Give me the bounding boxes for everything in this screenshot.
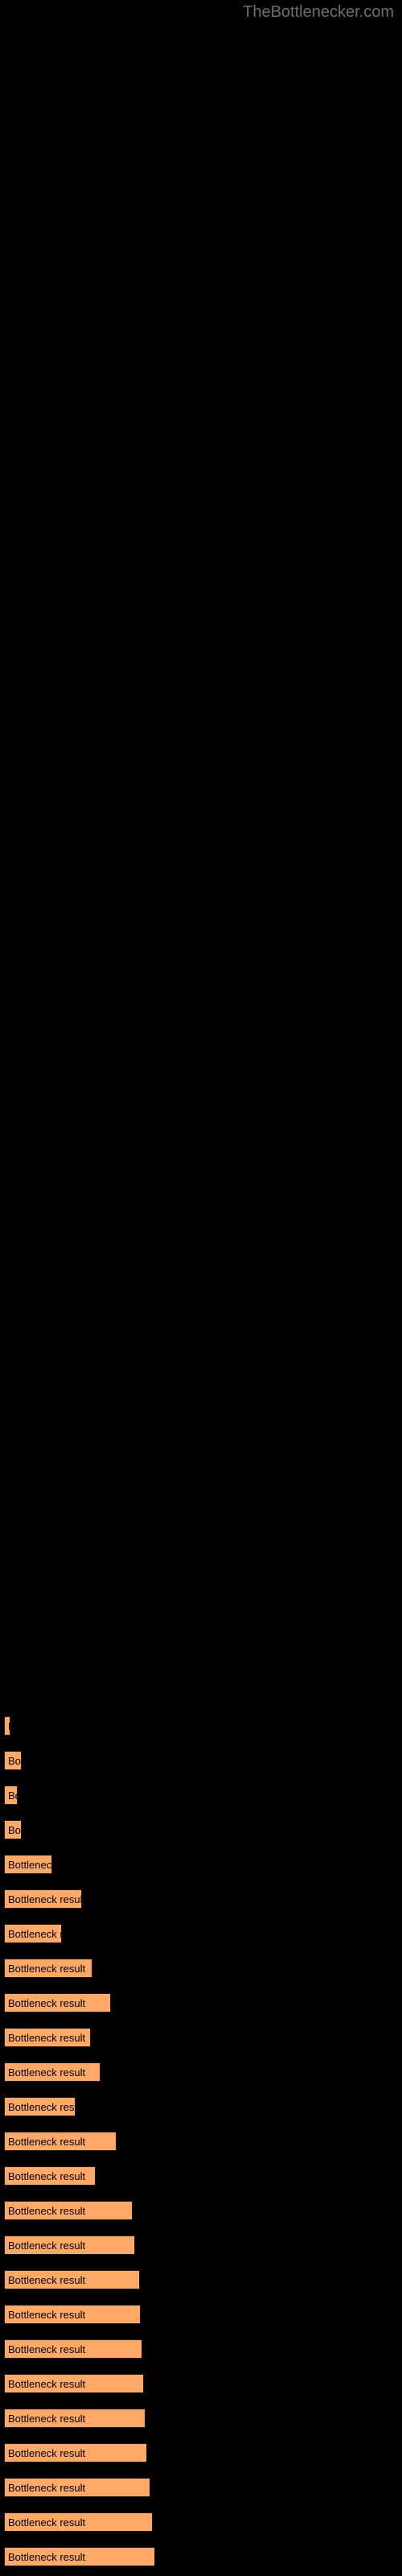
bar-label: Bottleneck result	[8, 1755, 21, 1767]
bar[interactable]: Bottleneck result	[4, 1716, 10, 1736]
bar-row: Bottleneck result	[4, 2547, 155, 2566]
bar-label: Bottleneck result	[8, 1928, 61, 1940]
bar-row: Bottleneck result	[4, 2443, 147, 2462]
bar[interactable]: Bottleneck result	[4, 1889, 82, 1909]
bar-row: Bottleneck result	[4, 2339, 142, 2359]
bar-label: Bottleneck result	[8, 2343, 86, 2355]
bar-label: Bottleneck result	[8, 1963, 86, 1975]
bar[interactable]: Bottleneck result	[4, 2512, 153, 2532]
bar-row: Bottleneck result	[4, 1924, 62, 1943]
bar-row: Bottleneck result	[4, 1993, 111, 2013]
bar[interactable]: Bottleneck result	[4, 2547, 155, 2566]
bar-row: Bottleneck result	[4, 2270, 140, 2289]
bar-row: Bottleneck result	[4, 2305, 141, 2324]
bar-label: Bottleneck result	[8, 2101, 75, 2113]
bar-row: Bottleneck result	[4, 2097, 76, 2116]
site-watermark: TheBottlenecker.com	[243, 3, 394, 21]
bar-row: Bottleneck result	[4, 2235, 135, 2255]
bar[interactable]: Bottleneck result	[4, 2132, 117, 2151]
bar[interactable]: Bottleneck result	[4, 2166, 96, 2186]
bar[interactable]: Bottleneck result	[4, 2374, 144, 2393]
bar[interactable]: Bottleneck result	[4, 1820, 22, 1839]
bar-label: Bottleneck result	[8, 2551, 86, 2563]
bar-row: Bottleneck result	[4, 2062, 100, 2082]
bar-label: Bottleneck result	[8, 2032, 86, 2044]
bar-row: Bottleneck result	[4, 1716, 10, 1736]
bar-row: Bottleneck result	[4, 2374, 144, 2393]
bar[interactable]: Bottleneck result	[4, 2443, 147, 2462]
bar-label: Bottleneck result	[8, 1893, 82, 1905]
bar[interactable]: Bottleneck result	[4, 1924, 62, 1943]
bar-row: Bottleneck result	[4, 2512, 153, 2532]
bar[interactable]: Bottleneck result	[4, 2235, 135, 2255]
bar-label: Bottleneck result	[8, 2274, 86, 2286]
bar-row: Bottleneck result	[4, 2132, 117, 2151]
bar-row: Bottleneck result	[4, 2201, 133, 2220]
bar-label: Bottleneck result	[8, 1790, 17, 1802]
bar-label: Bottleneck result	[8, 2170, 86, 2182]
bar[interactable]: Bottleneck result	[4, 2062, 100, 2082]
bar-label: Bottleneck result	[8, 1717, 10, 1735]
bar-label: Bottleneck result	[8, 1859, 52, 1871]
bar-chart-plot-area: TheBottlenecker.com Bottleneck result Bot…	[0, 0, 402, 2576]
bar-label: Bottleneck result	[8, 2447, 86, 2459]
bar[interactable]: Bottleneck result	[4, 2305, 141, 2324]
bar-label: Bottleneck result	[8, 2516, 86, 2529]
bar-row: Bottleneck result	[4, 2409, 146, 2428]
bar-row: Bottleneck result	[4, 1959, 92, 1978]
bar-label: Bottleneck result	[8, 2482, 86, 2494]
bar-label: Bottleneck result	[8, 2309, 86, 2321]
bar[interactable]: Bottleneck result	[4, 2270, 140, 2289]
bar[interactable]: Bottleneck result	[4, 2097, 76, 2116]
bar-row: Bottleneck result	[4, 2166, 96, 2186]
bar[interactable]: Bottleneck result	[4, 2028, 91, 2047]
bar-row: Bottleneck result	[4, 1751, 22, 1770]
bar[interactable]: Bottleneck result	[4, 2201, 133, 2220]
bar-label: Bottleneck result	[8, 1824, 21, 1836]
bar-label: Bottleneck result	[8, 2378, 86, 2390]
bar[interactable]: Bottleneck result	[4, 1855, 52, 1874]
bar[interactable]: Bottleneck result	[4, 2409, 146, 2428]
bar[interactable]: Bottleneck result	[4, 1785, 18, 1805]
bar-label: Bottleneck result	[8, 2205, 86, 2217]
bar-row: Bottleneck result	[4, 1889, 82, 1909]
bar-label: Bottleneck result	[8, 2240, 86, 2252]
bar-label: Bottleneck result	[8, 1997, 86, 2009]
bar[interactable]: Bottleneck result	[4, 1993, 111, 2013]
bar-row: Bottleneck result	[4, 1820, 22, 1839]
bar[interactable]: Bottleneck result	[4, 1751, 22, 1770]
bar-row: Bottleneck result	[4, 2478, 150, 2497]
bar-row: Bottleneck result	[4, 1855, 52, 1874]
bar[interactable]: Bottleneck result	[4, 2339, 142, 2359]
bar-label: Bottleneck result	[8, 2413, 86, 2425]
bar-label: Bottleneck result	[8, 2066, 86, 2079]
bar[interactable]: Bottleneck result	[4, 2478, 150, 2497]
bar-row: Bottleneck result	[4, 2028, 91, 2047]
bar-label: Bottleneck result	[8, 2136, 86, 2148]
bar-row: Bottleneck result	[4, 1785, 18, 1805]
bar[interactable]: Bottleneck result	[4, 1959, 92, 1978]
